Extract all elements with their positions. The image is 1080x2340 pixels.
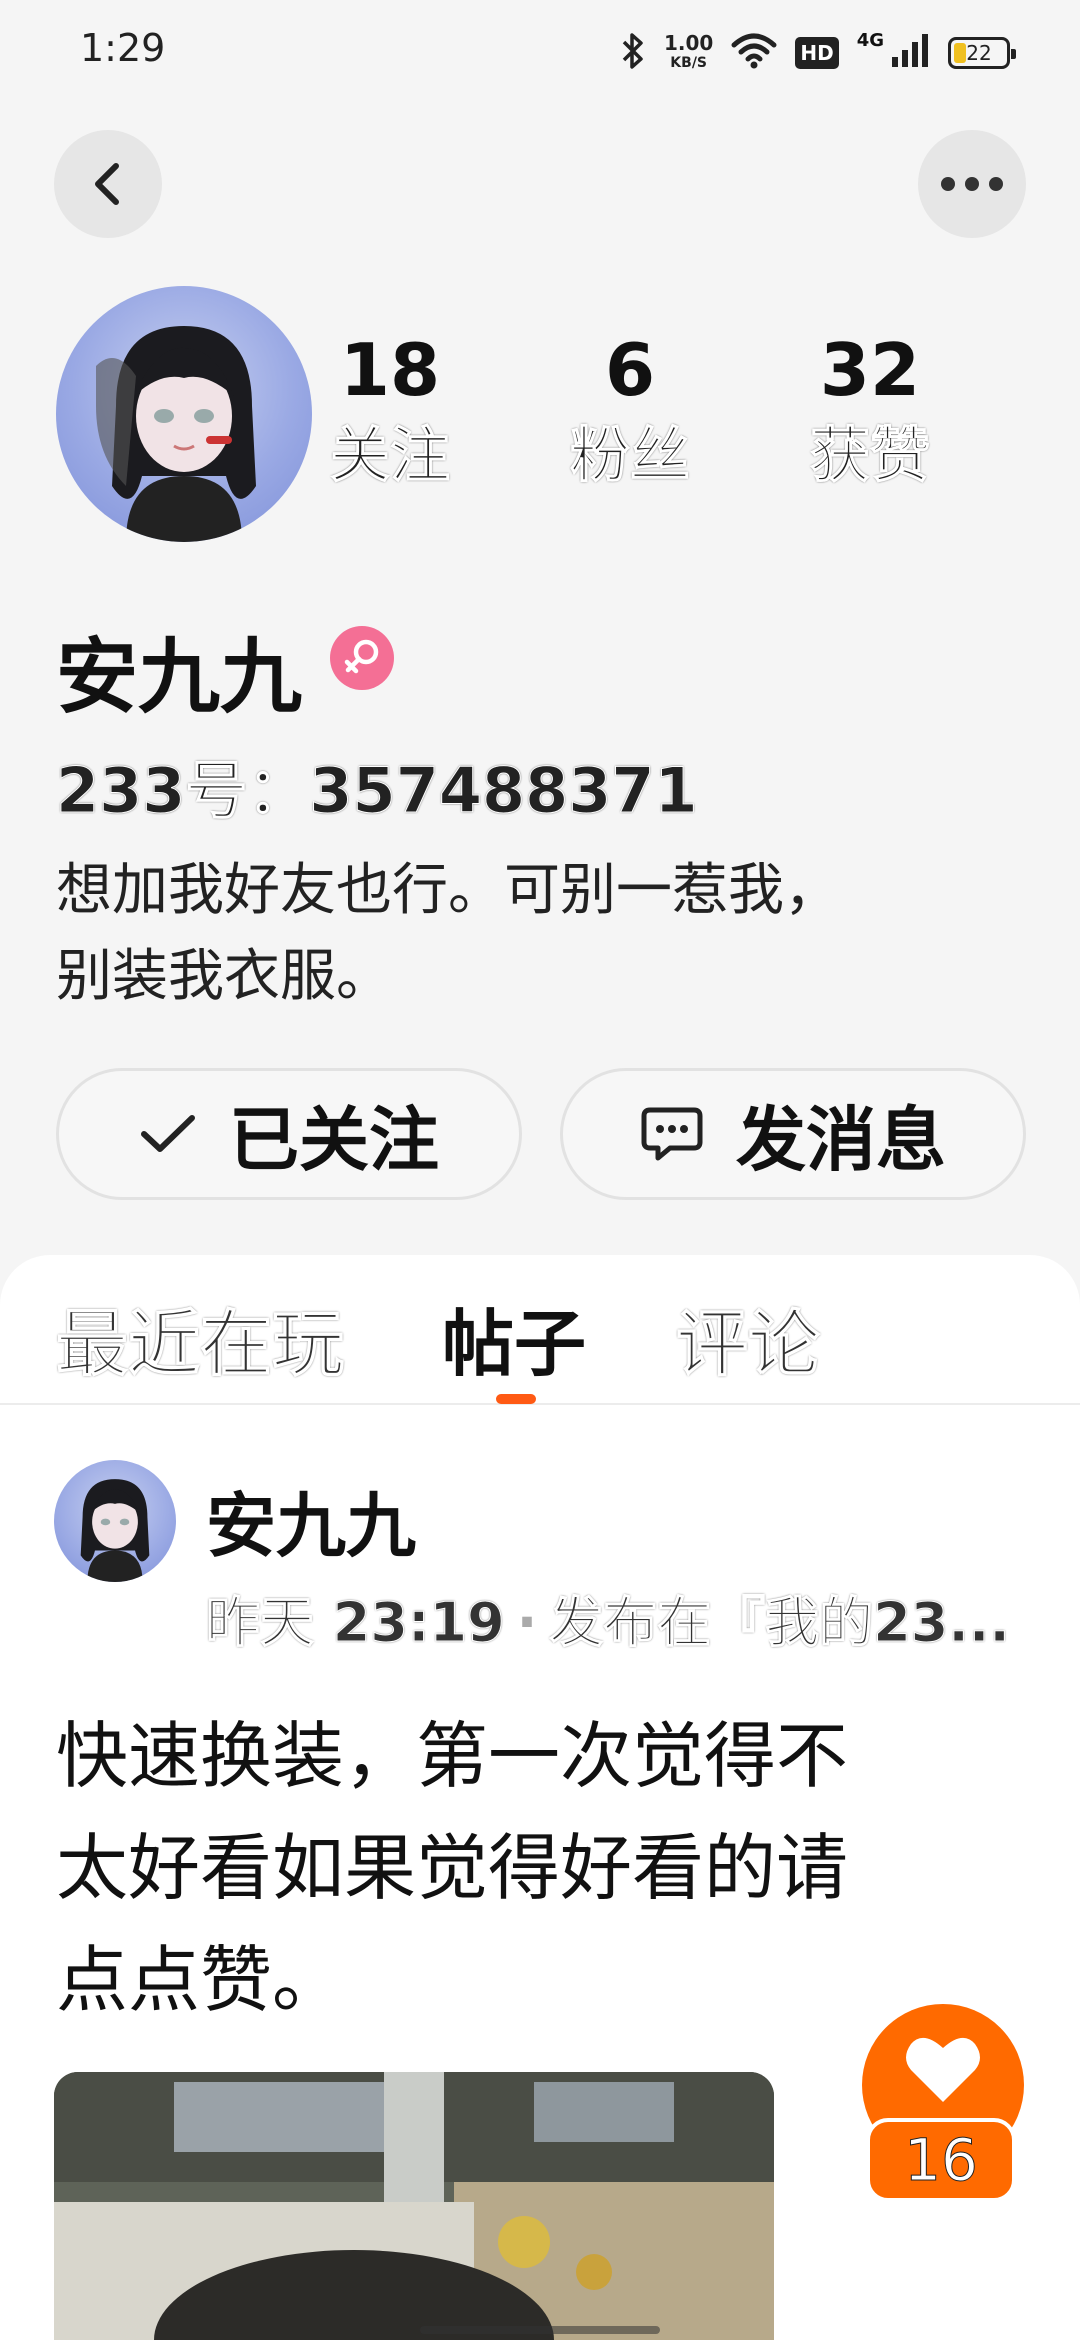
profile-name: 安九九 bbox=[56, 630, 303, 725]
stat-followers[interactable]: 6 粉丝 bbox=[530, 330, 730, 496]
chevron-left-icon bbox=[95, 163, 119, 205]
followed-button[interactable]: 已关注 bbox=[56, 1068, 522, 1200]
followed-label: 已关注 bbox=[229, 1098, 439, 1181]
post-author-name[interactable]: 安九九 bbox=[206, 1470, 416, 1571]
more-dots-icon bbox=[941, 177, 1003, 191]
tab-posts[interactable]: 帖子 bbox=[442, 1285, 586, 1390]
blurred-photo-image bbox=[54, 2072, 774, 2340]
profile-tabs: 最近在玩 帖子 评论 bbox=[0, 1255, 1080, 1405]
anime-avatar-icon bbox=[80, 1479, 150, 1582]
meta-separator: · bbox=[516, 1591, 538, 1654]
stat-label: 粉丝 bbox=[570, 421, 691, 492]
send-message-button[interactable]: 发消息 bbox=[560, 1068, 1026, 1200]
network-type: 4G bbox=[856, 30, 884, 51]
chat-bubble-icon bbox=[641, 1107, 703, 1161]
post-text-line: 太好看如果觉得好看的请 bbox=[56, 1826, 849, 1910]
profile-avatar[interactable] bbox=[56, 286, 312, 542]
status-bar: 1:29 1.00 KB/S HD 4G 22 bbox=[0, 0, 1080, 110]
user-id: 233号：357488371 bbox=[56, 754, 699, 828]
post-time: 昨天 23:19 bbox=[206, 1591, 506, 1655]
back-button[interactable] bbox=[54, 130, 162, 238]
post-text-line: 快速换装，第一次觉得不 bbox=[56, 1714, 849, 1798]
post-video-thumbnail[interactable] bbox=[54, 2072, 774, 2340]
tab-comments[interactable]: 评论 bbox=[675, 1285, 820, 1390]
speed-unit: KB/S bbox=[670, 55, 708, 71]
check-icon bbox=[141, 1115, 195, 1152]
anime-avatar-icon bbox=[96, 326, 256, 542]
more-button[interactable] bbox=[918, 130, 1026, 238]
profile-bio: 想加我好友也行。可别一惹我， 别装我衣服。 bbox=[56, 848, 1016, 1020]
stat-value: 32 bbox=[819, 328, 921, 412]
network-speed: 1.00 KB/S bbox=[664, 33, 713, 73]
battery-icon: 22 bbox=[948, 37, 1016, 69]
active-tab-indicator bbox=[496, 1394, 536, 1404]
signal-icon bbox=[890, 33, 930, 73]
like-count: 16 bbox=[866, 2118, 1016, 2202]
send-message-label: 发消息 bbox=[736, 1098, 946, 1181]
post-text-line: 点点赞。 bbox=[56, 1938, 345, 2022]
bio-line: 别装我衣服。 bbox=[56, 944, 392, 1009]
bio-line: 想加我好友也行。可别一惹我， bbox=[56, 858, 840, 923]
stat-value: 6 bbox=[604, 328, 656, 412]
speed-value: 1.00 bbox=[663, 31, 714, 55]
heart-icon bbox=[906, 2037, 980, 2102]
stat-likes[interactable]: 32 获赞 bbox=[770, 330, 970, 496]
post-text[interactable]: 快速换装，第一次觉得不 太好看如果觉得好看的请 点点赞。 bbox=[56, 1700, 1016, 2036]
post-meta: 昨天 23:19 · 发布在『我的23... bbox=[206, 1578, 1011, 1657]
battery-level: 22 bbox=[966, 41, 992, 65]
bluetooth-icon bbox=[620, 31, 646, 75]
female-gender-icon bbox=[330, 626, 394, 690]
post-author-avatar[interactable] bbox=[54, 1460, 176, 1582]
profile-stats: 18 关注 6 粉丝 32 获赞 bbox=[290, 330, 970, 496]
hd-badge: HD bbox=[795, 37, 839, 69]
wifi-icon bbox=[731, 33, 777, 73]
status-icons: 1.00 KB/S HD 4G 22 bbox=[620, 28, 1016, 78]
status-time: 1:29 bbox=[80, 26, 166, 70]
home-indicator[interactable] bbox=[420, 2326, 660, 2334]
stat-label: 获赞 bbox=[810, 421, 931, 492]
stat-label: 关注 bbox=[330, 421, 451, 492]
post-published-in[interactable]: 发布在『我的23... bbox=[549, 1591, 1011, 1655]
stat-value: 18 bbox=[339, 328, 441, 412]
stat-following[interactable]: 18 关注 bbox=[290, 330, 490, 496]
tab-recently-played[interactable]: 最近在玩 bbox=[55, 1285, 344, 1390]
